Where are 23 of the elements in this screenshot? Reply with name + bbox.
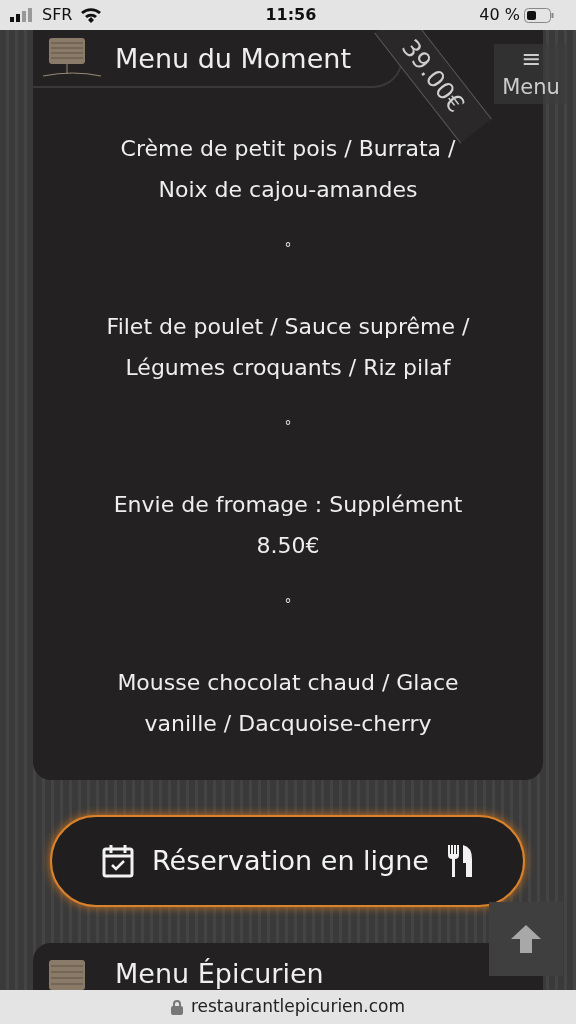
clock-time: 11:56: [265, 4, 317, 26]
dish-text: Mousse chocolat chaud / Glace vanille / Dacquoise-cherry: [116, 669, 460, 738]
lock-icon: [170, 999, 183, 1015]
menu-title: Menu Épicurien: [115, 959, 324, 987]
separator-mark: °: [283, 239, 293, 258]
dish-text: Envie de fromage : Supplément 8.50€: [112, 491, 464, 560]
calendar-check-icon: [102, 844, 135, 878]
battery-icon: [524, 7, 554, 23]
wifi-icon: [80, 7, 103, 23]
arrow-up-icon: [509, 924, 543, 954]
separator-mark: °: [283, 417, 293, 436]
menu-button[interactable]: ≡ Menu: [494, 44, 568, 104]
menu-title: Menu du Moment: [115, 44, 351, 72]
fork-knife-icon: [446, 845, 473, 877]
dish-text: Filet de poulet / Sauce suprême / Légumes croquants / Riz pilaf: [105, 313, 471, 382]
signal-icon: [10, 8, 34, 22]
scroll-top-button[interactable]: [489, 902, 563, 976]
reservation-button[interactable]: Réservation en ligne: [50, 815, 525, 907]
battery-percent: 40 %: [479, 4, 520, 26]
separator-mark: °: [283, 595, 293, 614]
url-text: restaurantlepicurien.com: [190, 995, 406, 1019]
book-icon: [41, 38, 103, 78]
carrier-name: SFR: [42, 4, 73, 26]
